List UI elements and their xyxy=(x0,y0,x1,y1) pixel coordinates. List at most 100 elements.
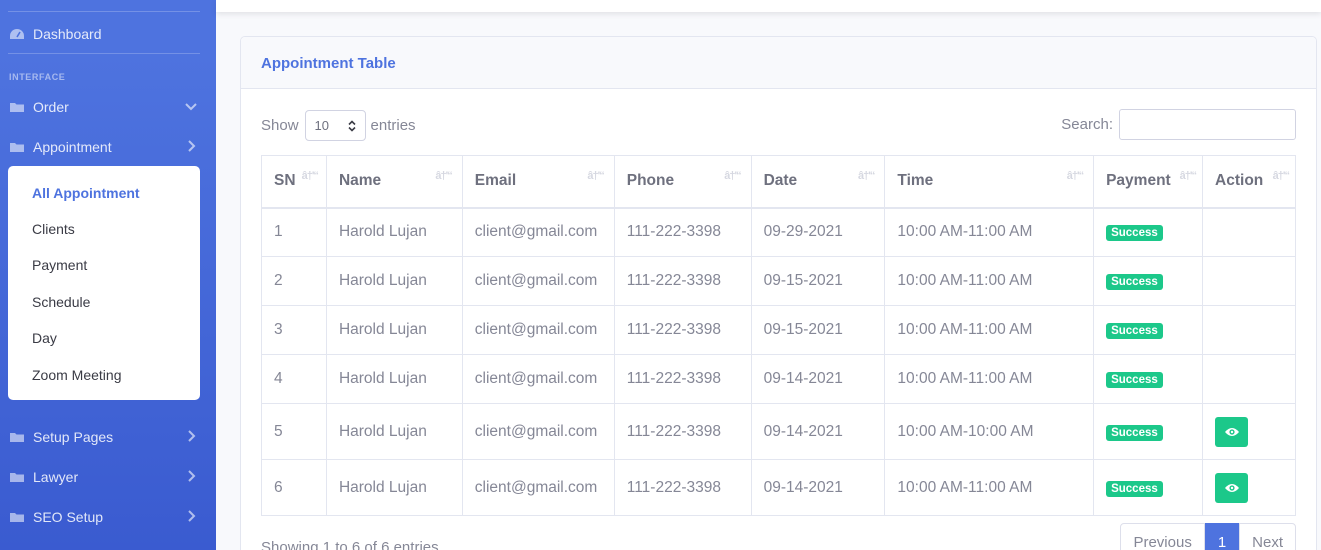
cell-time: 10:00 AM-11:00 AM xyxy=(884,207,1095,257)
sort-icon: â†'“ xyxy=(858,170,875,182)
sort-icon: â†'“ xyxy=(435,170,452,182)
cell-name: Harold Lujan xyxy=(325,354,463,404)
cell-date: 09-29-2021 xyxy=(750,207,886,257)
chevron-right-icon xyxy=(188,140,196,152)
entries-select-value: 10 xyxy=(314,118,329,133)
cell-payment: Success xyxy=(1093,256,1204,306)
table-row: 6 Harold Lujan client@gmail.com 111-222-339… xyxy=(261,459,1296,516)
sidebar-item-label: Appointment xyxy=(33,139,112,155)
cell-name: Harold Lujan xyxy=(325,207,463,257)
cell-name: Harold Lujan xyxy=(325,305,463,355)
table-info: Showing 1 to 6 of 6 entries xyxy=(261,539,439,550)
table-row: 1 Harold Lujan client@gmail.com 111-222-339… xyxy=(261,207,1296,257)
cell-sn: 4 xyxy=(261,354,327,404)
appointment-table: SN â†'“ Name â†'“ Email â†'“ Phone â†'“ Date… xyxy=(261,155,1296,516)
folder-icon xyxy=(10,433,24,442)
column-header-email[interactable]: Email â†'“ xyxy=(461,155,615,209)
cell-email: client@gmail.com xyxy=(461,305,615,355)
sidebar-item-label: Order xyxy=(33,99,69,115)
cell-name: Harold Lujan xyxy=(325,459,463,516)
eye-icon xyxy=(1224,483,1239,492)
cell-date: 09-14-2021 xyxy=(750,354,886,404)
sidebar-item-label: Setup Pages xyxy=(33,429,114,445)
sort-icon: â†'“ xyxy=(1066,170,1084,182)
view-button[interactable] xyxy=(1215,472,1249,503)
pagination-previous-button[interactable]: Previous xyxy=(1120,523,1205,550)
search-input[interactable] xyxy=(1119,109,1296,140)
status-badge: Success xyxy=(1106,323,1163,339)
cell-date: 09-14-2021 xyxy=(750,459,886,516)
cell-sn: 6 xyxy=(261,459,327,516)
submenu-item-schedule[interactable]: Schedule xyxy=(32,294,90,310)
status-badge: Success xyxy=(1106,424,1163,441)
column-header-phone[interactable]: Phone â†'“ xyxy=(613,155,752,209)
column-header-name[interactable]: Name â†'“ xyxy=(325,155,463,209)
sidebar-item-appointment[interactable]: Appointment xyxy=(0,127,216,167)
sidebar-item-label: Dashboard xyxy=(33,26,102,42)
table-row: 3 Harold Lujan client@gmail.com 111-222-339… xyxy=(261,305,1296,355)
cell-action xyxy=(1202,305,1296,355)
cell-date: 09-14-2021 xyxy=(750,403,886,460)
cell-action xyxy=(1202,256,1296,306)
entries-label: entries xyxy=(370,117,416,134)
cell-payment: Success xyxy=(1093,354,1204,404)
cell-sn: 3 xyxy=(261,305,327,355)
card-title: Appointment Table xyxy=(261,55,396,72)
card-header: Appointment Table xyxy=(241,37,1316,89)
sidebar-item-seo-setup[interactable]: SEO Setup xyxy=(0,497,216,537)
submenu-item-day[interactable]: Day xyxy=(32,330,57,346)
sidebar-divider xyxy=(8,53,200,54)
cell-phone: 111-222-3398 xyxy=(613,256,752,306)
sidebar-item-order[interactable]: Order xyxy=(0,87,216,127)
submenu-item-payment[interactable]: Payment xyxy=(32,257,87,273)
cell-time: 10:00 AM-11:00 AM xyxy=(884,256,1095,306)
cell-date: 09-15-2021 xyxy=(750,256,886,306)
sidebar-item-dashboard[interactable]: Dashboard xyxy=(0,14,216,54)
pagination: Previous 1 Next xyxy=(1120,523,1296,550)
cell-phone: 111-222-3398 xyxy=(613,354,752,404)
cell-email: client@gmail.com xyxy=(461,354,615,404)
submenu-item-clients[interactable]: Clients xyxy=(32,221,75,237)
cell-phone: 111-222-3398 xyxy=(613,305,752,355)
cell-payment: Success xyxy=(1093,207,1204,257)
chevron-right-icon xyxy=(188,510,196,522)
cell-name: Harold Lujan xyxy=(325,256,463,306)
status-badge: Success xyxy=(1106,480,1163,497)
view-button[interactable] xyxy=(1215,416,1249,447)
column-header-action[interactable]: Action â†'“ xyxy=(1202,155,1296,209)
submenu-item-all-appointment[interactable]: All Appointment xyxy=(32,185,140,201)
folder-icon xyxy=(10,143,24,152)
sidebar-item-setup-pages[interactable]: Setup Pages xyxy=(0,417,216,457)
sort-icon: â†'“ xyxy=(724,170,741,182)
cell-email: client@gmail.com xyxy=(461,207,615,257)
sidebar-item-label: Lawyer xyxy=(33,469,79,485)
column-header-sn[interactable]: SN â†'“ xyxy=(261,155,327,209)
pagination-next-button[interactable]: Next xyxy=(1239,523,1296,550)
column-header-payment[interactable]: Payment â†'“ xyxy=(1093,155,1204,209)
cell-time: 10:00 AM-11:00 AM xyxy=(884,305,1095,355)
eye-icon xyxy=(1224,427,1239,436)
chevron-down-icon xyxy=(185,103,197,111)
column-header-date[interactable]: Date â†'“ xyxy=(750,155,886,209)
submenu-item-zoom-meeting[interactable]: Zoom Meeting xyxy=(32,367,121,383)
status-badge: Success xyxy=(1106,274,1163,290)
folder-icon xyxy=(10,473,24,482)
sidebar-item-lawyer[interactable]: Lawyer xyxy=(0,457,216,497)
cell-phone: 111-222-3398 xyxy=(613,207,752,257)
entries-select[interactable]: 10 xyxy=(304,110,366,141)
cell-payment: Success xyxy=(1093,403,1204,460)
column-header-time[interactable]: Time â†'“ xyxy=(884,155,1095,209)
tachometer-icon xyxy=(10,29,24,39)
cell-time: 10:00 AM-11:00 AM xyxy=(884,354,1095,404)
cell-phone: 111-222-3398 xyxy=(613,459,752,516)
sidebar-divider xyxy=(8,11,200,12)
table-header-row: SN â†'“ Name â†'“ Email â†'“ Phone â†'“ Date… xyxy=(261,155,1296,209)
status-badge: Success xyxy=(1106,225,1163,242)
appointment-submenu: All Appointment Clients Payment Schedule… xyxy=(8,166,200,400)
pagination-page-1[interactable]: 1 xyxy=(1204,523,1240,550)
entries-length-control: Show 10 entries xyxy=(261,110,416,141)
search-label: Search: xyxy=(1061,116,1113,133)
cell-email: client@gmail.com xyxy=(461,403,615,460)
cell-sn: 5 xyxy=(261,403,327,460)
cell-action xyxy=(1202,354,1296,404)
